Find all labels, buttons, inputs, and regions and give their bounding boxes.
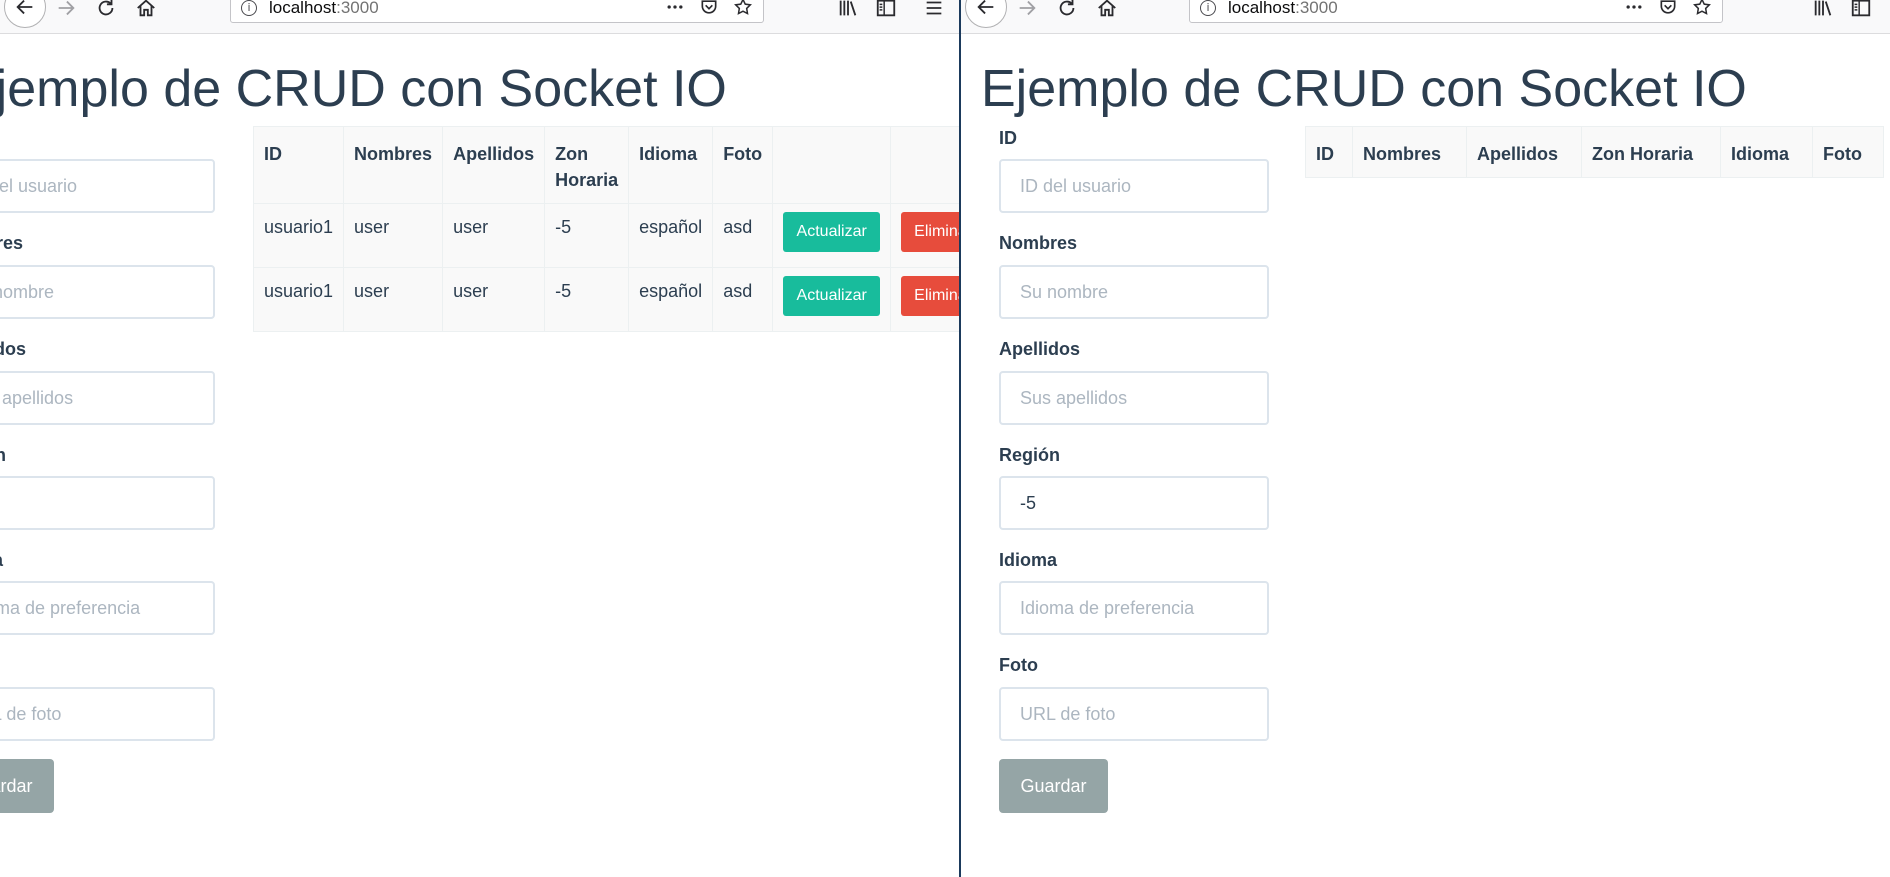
table-header-row: ID Nombres Apellidos Zon Horaria Idioma F… [252,126,959,204]
language-label: Idioma [0,550,3,571]
table-row: usuario1 user user -5 español asd Actual… [252,267,959,332]
header-language: Idioma [1720,126,1813,178]
page-title: Ejemplo de CRUD con Socket IO [981,60,1747,118]
forward-arrow-icon[interactable] [48,0,84,26]
region-label: Región [0,445,6,465]
cell-delete: Eliminar [890,203,959,268]
browser-toolbar: i localhost:3000 [0,0,959,34]
reload-icon[interactable] [1049,0,1085,26]
cell-id: usuario1 [252,267,345,332]
cell-language: español [628,203,714,268]
cell-update: Actualizar [772,267,892,332]
cell-timezone: -5 [544,267,630,332]
header-id: ID [252,126,345,204]
header-photo: Foto [1812,126,1884,178]
forward-arrow-icon[interactable] [1009,0,1045,26]
url-bar[interactable]: i localhost:3000 [1189,0,1723,23]
cell-timezone: -5 [544,203,630,268]
names-label: Nombres [0,233,24,253]
home-icon[interactable] [128,0,164,26]
bookmark-star-icon[interactable] [1690,0,1714,18]
region-label: Región [999,445,1060,465]
header-timezone: Zon Horaria [544,126,630,204]
surnames-label: Apellidos [999,339,1081,359]
header-delete [890,126,959,204]
cell-photo: asd [712,267,774,332]
save-button[interactable]: Guardar [999,759,1108,813]
browser-window-left: i localhost:3000 Ejemplo de CRUD con Soc… [0,0,959,877]
sidebar-icon[interactable] [868,0,904,26]
users-table: ID Nombres Apellidos Zon Horaria Idioma F… [252,126,959,332]
table-header-row: ID Nombres Apellidos Zon Horaria Idioma … [1305,126,1884,178]
save-button[interactable]: Guardar [0,759,54,813]
cell-surnames: user [442,267,546,332]
page-content: Ejemplo de CRUD con Socket IO ID Nombres… [0,33,959,877]
names-label: Nombres [999,233,1078,253]
names-input[interactable] [0,265,215,319]
surnames-input[interactable] [0,371,215,425]
reload-icon[interactable] [88,0,124,26]
region-input[interactable] [999,476,1269,530]
header-names: Nombres [1352,126,1467,178]
header-id: ID [1305,126,1353,178]
cell-id: usuario1 [252,203,345,268]
header-update [772,126,891,204]
header-language: Idioma [628,126,714,204]
cell-names: user [343,203,444,268]
info-icon[interactable]: i [1200,0,1216,16]
language-input[interactable] [999,581,1269,635]
back-arrow-icon[interactable] [4,0,46,28]
delete-button[interactable]: Eliminar [901,276,959,316]
more-dots-icon[interactable] [663,0,687,18]
cell-language: español [628,267,714,332]
page-content: Ejemplo de CRUD con Socket IO ID Nombres… [961,33,1890,877]
cell-update: Actualizar [772,203,892,268]
id-input[interactable] [0,159,215,213]
id-label: ID [999,128,1017,148]
home-icon[interactable] [1089,0,1125,26]
pocket-icon[interactable] [1656,0,1680,18]
photo-input[interactable] [0,687,215,741]
pocket-icon[interactable] [697,0,721,18]
page-title: Ejemplo de CRUD con Socket IO [0,60,727,118]
region-input[interactable] [0,476,215,530]
hamburger-menu-icon[interactable] [916,0,952,26]
surnames-input[interactable] [999,371,1269,425]
users-table: ID Nombres Apellidos Zon Horaria Idioma … [1305,126,1884,178]
header-surnames: Apellidos [1466,126,1582,178]
header-surnames: Apellidos [442,126,546,204]
library-icon[interactable] [830,0,866,26]
header-timezone: Zon Horaria [1581,126,1721,178]
bookmark-star-icon[interactable] [731,0,755,18]
id-input[interactable] [999,159,1269,213]
table-row: usuario1 user user -5 español asd Actual… [252,203,959,268]
url-bar[interactable]: i localhost:3000 [230,0,764,23]
photo-label: Foto [999,655,1038,675]
url-text: localhost:3000 [269,0,379,17]
browser-window-right: i localhost:3000 Ejemplo de CRUD con Soc… [961,0,1890,877]
cell-surnames: user [442,203,546,268]
update-button[interactable]: Actualizar [783,212,881,252]
language-input[interactable] [0,581,215,635]
cell-photo: asd [712,203,774,268]
sidebar-icon[interactable] [1843,0,1879,26]
delete-button[interactable]: Eliminar [901,212,959,252]
surnames-label: Apellidos [0,339,27,359]
cell-names: user [343,267,444,332]
photo-input[interactable] [999,687,1269,741]
update-button[interactable]: Actualizar [783,276,881,316]
library-icon[interactable] [1805,0,1841,26]
names-input[interactable] [999,265,1269,319]
back-arrow-icon[interactable] [965,0,1007,28]
cell-delete: Eliminar [890,267,959,332]
more-dots-icon[interactable] [1622,0,1646,18]
browser-toolbar: i localhost:3000 [961,0,1890,34]
url-text: localhost:3000 [1228,0,1338,17]
info-icon[interactable]: i [241,0,257,16]
header-names: Nombres [343,126,444,204]
header-photo: Foto [712,126,774,204]
language-label: Idioma [999,550,1058,570]
